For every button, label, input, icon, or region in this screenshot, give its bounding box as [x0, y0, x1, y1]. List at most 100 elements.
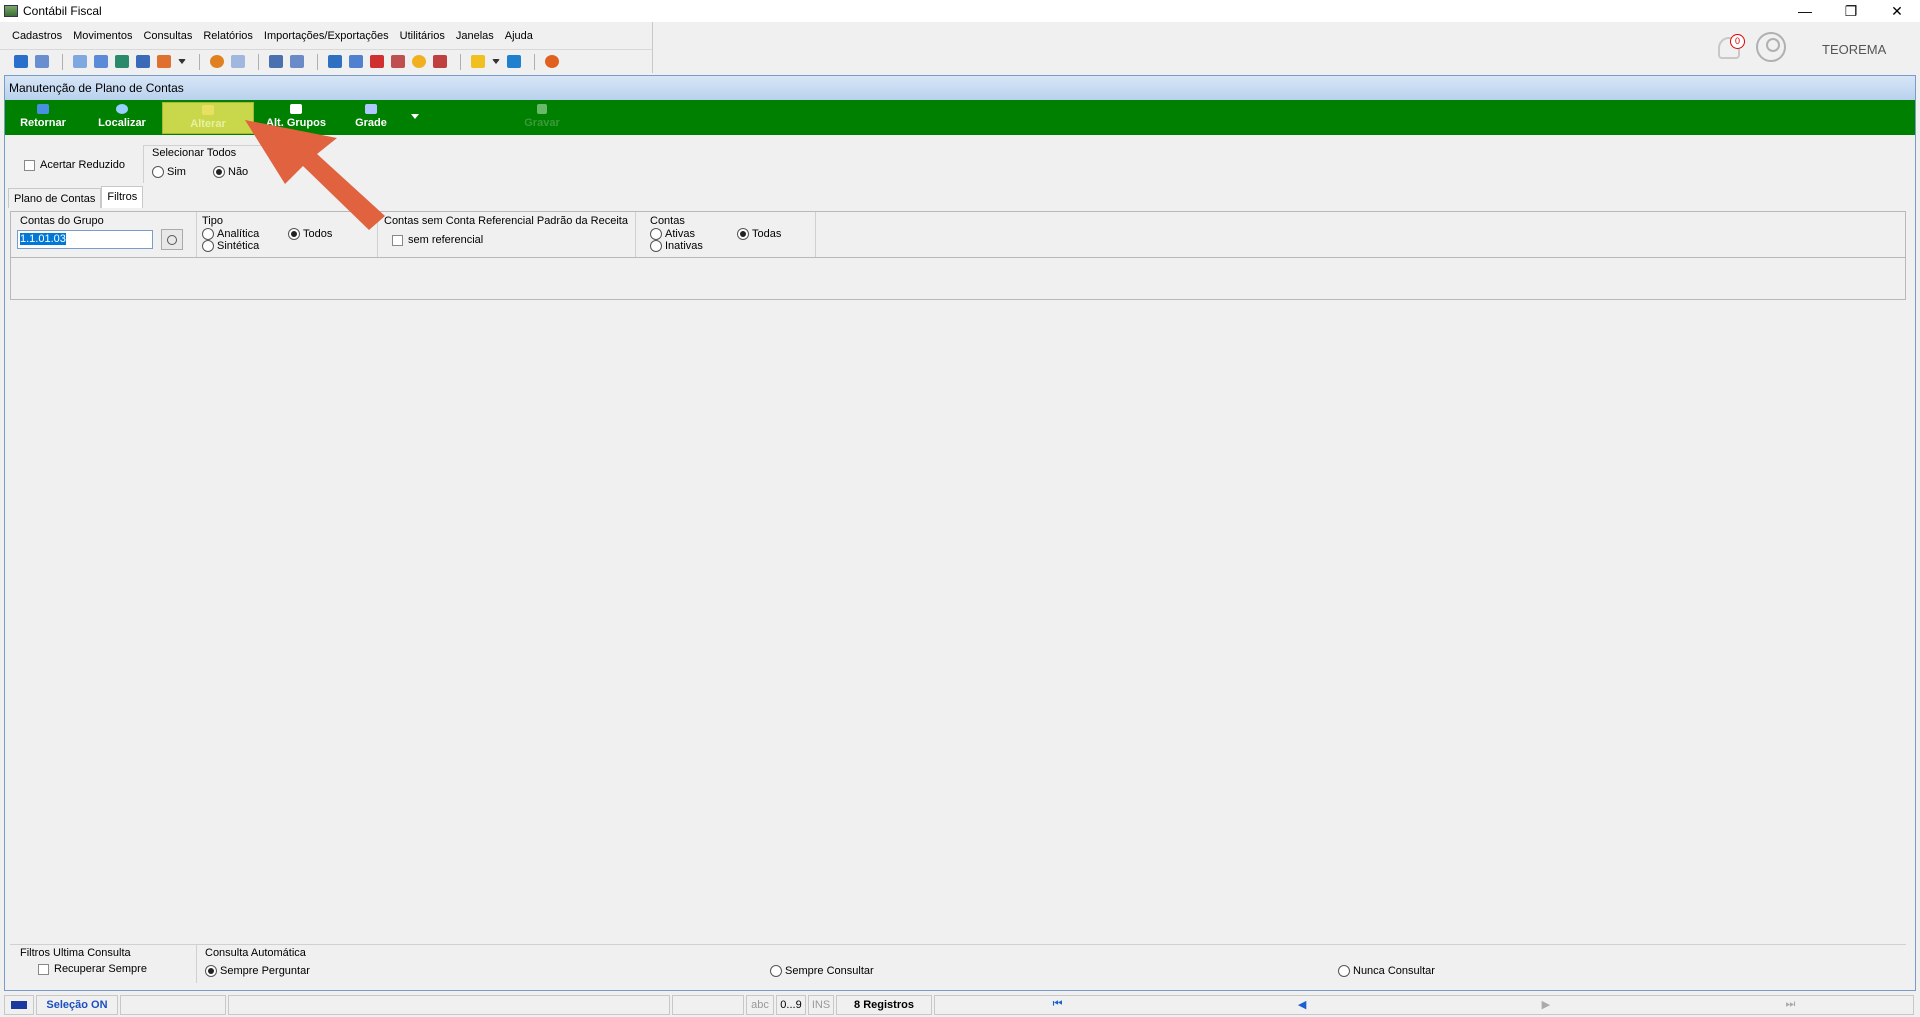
- sempre-consultar-radio[interactable]: Sempre Consultar: [770, 965, 874, 977]
- barchart-icon[interactable]: [433, 55, 447, 68]
- clock-icon[interactable]: [412, 55, 426, 68]
- sempre-perguntar-radio[interactable]: Sempre Perguntar: [205, 965, 310, 977]
- contas-grupo-group: Contas do Grupo 1.1.01.03: [11, 212, 197, 257]
- users-icon[interactable]: [35, 55, 49, 68]
- bottom-options: Filtros Ultima Consulta Recuperar Sempre…: [10, 944, 1906, 984]
- info-icon[interactable]: [507, 55, 521, 68]
- nunca-consultar-radio[interactable]: Nunca Consultar: [1338, 965, 1435, 977]
- notification-button[interactable]: 0: [1716, 34, 1745, 62]
- sem-referencial-label: sem referencial: [408, 234, 484, 246]
- chevron-down-icon[interactable]: [492, 59, 500, 64]
- toolbar-separator: [258, 53, 259, 70]
- localizar-label: Localizar: [98, 117, 146, 129]
- tab-filtros[interactable]: Filtros: [101, 186, 144, 208]
- ativas-label: Ativas: [665, 228, 695, 240]
- menu-importacoes[interactable]: Importações/Exportações: [264, 30, 389, 42]
- divider: [196, 945, 197, 983]
- export-icon[interactable]: [290, 55, 304, 68]
- contas-grupo-input[interactable]: 1.1.01.03: [17, 230, 153, 249]
- chart-icon[interactable]: [157, 55, 171, 68]
- sim-radio[interactable]: Sim: [152, 166, 186, 178]
- back-icon: [37, 104, 49, 114]
- doc-icon[interactable]: [328, 55, 342, 68]
- calendar-icon[interactable]: [370, 55, 384, 68]
- edit-icon: [202, 105, 214, 115]
- alterar-button[interactable]: Alterar: [162, 102, 254, 134]
- sempre-perguntar-label: Sempre Perguntar: [220, 965, 310, 977]
- grid-icon: [365, 104, 377, 114]
- first-record-icon[interactable]: ⏮: [1053, 998, 1063, 1011]
- list-icon[interactable]: [73, 55, 87, 68]
- sheet-icon[interactable]: [349, 55, 363, 68]
- user-name: TEOREMA: [1822, 42, 1887, 57]
- menu-janelas[interactable]: Janelas: [456, 30, 494, 42]
- minimize-button[interactable]: —: [1782, 0, 1828, 22]
- record-navigator: ⏮ ◀ ▶ ⏭: [934, 994, 1914, 1015]
- close-button[interactable]: ✕: [1874, 0, 1920, 22]
- acertar-reduzido-checkbox[interactable]: Acertar Reduzido: [24, 159, 125, 171]
- menu-ajuda[interactable]: Ajuda: [505, 30, 533, 42]
- star-icon[interactable]: [471, 55, 485, 68]
- menu-movimentos[interactable]: Movimentos: [73, 30, 132, 42]
- filtros-ultima-consulta-label: Filtros Ultima Consulta: [20, 947, 131, 959]
- report-icon[interactable]: [391, 55, 405, 68]
- contas-grupo-value: 1.1.01.03: [20, 233, 66, 245]
- referencial-group: Contas sem Conta Referencial Padrão da R…: [378, 212, 636, 257]
- table-icon[interactable]: [115, 55, 129, 68]
- form-title: Manutenção de Plano de Contas: [5, 76, 1915, 100]
- tree-icon[interactable]: [94, 55, 108, 68]
- status-cell: [120, 994, 226, 1015]
- checkbox-box: [24, 159, 35, 171]
- results-grid[interactable]: [10, 258, 1906, 300]
- chevron-down-icon[interactable]: [178, 59, 186, 64]
- ativas-radio[interactable]: Ativas: [650, 228, 695, 240]
- menu-consultas[interactable]: Consultas: [143, 30, 192, 42]
- referencial-label: Contas sem Conta Referencial Padrão da R…: [384, 215, 628, 227]
- toolbar-separator: [534, 53, 535, 70]
- inativas-label: Inativas: [665, 240, 703, 252]
- check-icon: [537, 104, 547, 114]
- radio-circle: [1338, 965, 1350, 977]
- localizar-button[interactable]: Localizar: [93, 102, 151, 134]
- restore-button[interactable]: ❐: [1828, 0, 1874, 22]
- search-icon[interactable]: [161, 229, 183, 250]
- sempre-consultar-label: Sempre Consultar: [785, 965, 874, 977]
- menu-utilitarios[interactable]: Utilitários: [400, 30, 445, 42]
- abc-indicator: abc: [746, 994, 774, 1015]
- menu-cadastros[interactable]: Cadastros: [12, 30, 62, 42]
- tab-plano-contas[interactable]: Plano de Contas: [8, 188, 102, 208]
- retornar-button[interactable]: Retornar: [15, 102, 71, 134]
- tipo-label: Tipo: [202, 215, 223, 227]
- last-record-icon[interactable]: ⏭: [1785, 998, 1795, 1011]
- prev-record-icon[interactable]: ◀: [1298, 998, 1306, 1011]
- registros-count: 8 Registros: [836, 994, 932, 1015]
- sem-referencial-checkbox[interactable]: sem referencial: [392, 234, 483, 246]
- nunca-consultar-label: Nunca Consultar: [1353, 965, 1435, 977]
- pointer-arrow-icon: [245, 120, 385, 230]
- power-icon[interactable]: [545, 55, 559, 68]
- inativas-radio[interactable]: Inativas: [650, 240, 703, 252]
- todas-radio[interactable]: Todas: [737, 228, 781, 240]
- recuperar-sempre-checkbox[interactable]: Recuperar Sempre: [38, 963, 147, 975]
- menu-relatorios[interactable]: Relatórios: [203, 30, 253, 42]
- gear-icon[interactable]: [210, 55, 224, 68]
- selecao-status[interactable]: Seleção ON: [36, 994, 118, 1015]
- acertar-reduzido-label: Acertar Reduzido: [40, 159, 125, 171]
- next-record-icon[interactable]: ▶: [1542, 998, 1550, 1011]
- gravar-button[interactable]: Gravar: [517, 102, 567, 134]
- icon-toolbar: [0, 49, 653, 73]
- radio-circle: [202, 240, 214, 252]
- import-icon[interactable]: [269, 55, 283, 68]
- grid-icon[interactable]: [231, 55, 245, 68]
- sintetica-label: Sintética: [217, 240, 260, 252]
- retornar-label: Retornar: [20, 117, 66, 129]
- tab-strip: Plano de Contas Filtros: [8, 186, 144, 208]
- menu-bar: Cadastros Movimentos Consultas Relatório…: [0, 22, 653, 49]
- calc-icon[interactable]: [136, 55, 150, 68]
- recuperar-sempre-label: Recuperar Sempre: [54, 963, 147, 975]
- sintetica-radio[interactable]: Sintética: [202, 240, 259, 252]
- user-icon[interactable]: [1756, 32, 1786, 62]
- nao-radio[interactable]: Não: [213, 166, 248, 178]
- folder-icon[interactable]: [14, 55, 28, 68]
- chevron-down-icon[interactable]: [411, 114, 419, 119]
